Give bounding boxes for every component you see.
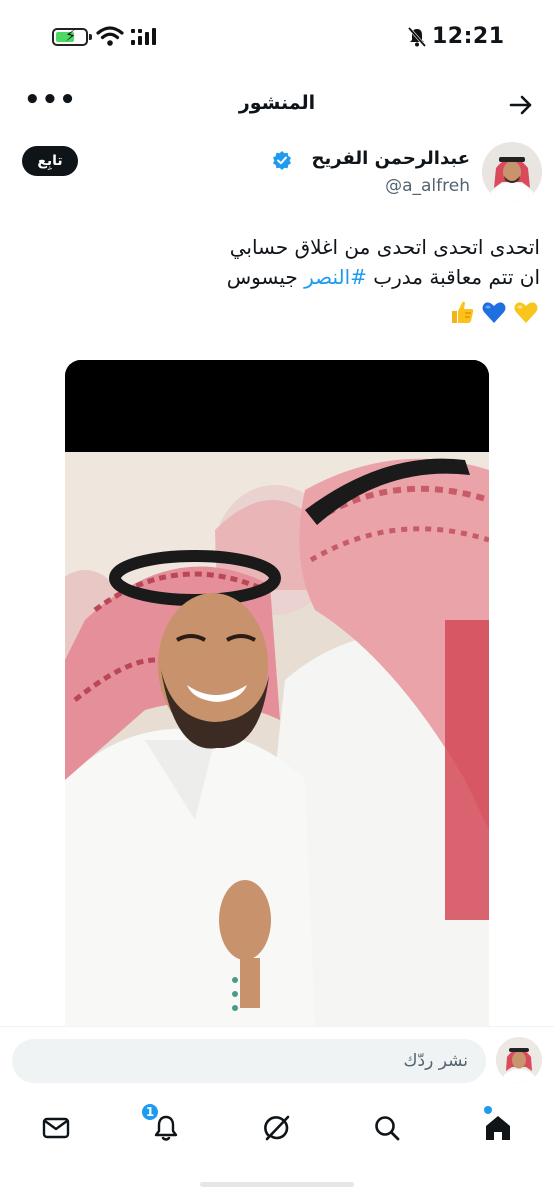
search-icon[interactable]: [367, 1108, 407, 1148]
reply-bar: نشر ردّك: [0, 1026, 554, 1096]
post-header: ••• المنشور: [0, 80, 554, 130]
status-time: 12:21: [432, 24, 505, 49]
wifi-icon: [96, 26, 124, 46]
notification-badge: 1: [140, 1102, 160, 1122]
grok-icon[interactable]: [257, 1108, 297, 1148]
tweet-line-1: اتحدى اتحدى اتحدى من اغلاق حسابي: [229, 235, 540, 259]
tweet-emojis: [448, 298, 540, 326]
battery-charging-icon: ⚡: [52, 27, 92, 46]
blue-heart-emoji: [482, 302, 506, 323]
home-unread-dot: [484, 1106, 492, 1114]
reply-input[interactable]: نشر ردّك: [12, 1039, 486, 1083]
author-row: عبدالرحمن الفريح @a_alfreh تابِع: [0, 140, 554, 210]
follow-button[interactable]: تابِع: [22, 146, 78, 176]
tweet-line-2: ان تتم معاقبة مدرب #النصر جيسوس: [20, 262, 540, 292]
author-name[interactable]: عبدالرحمن الفريح: [312, 148, 470, 169]
home-icon[interactable]: [478, 1108, 518, 1148]
home-indicator: [200, 1182, 354, 1187]
user-avatar[interactable]: [496, 1037, 542, 1083]
verified-badge-icon: [273, 151, 291, 170]
signal-icon: [131, 28, 156, 45]
hashtag-link[interactable]: #النصر: [304, 265, 367, 289]
author-avatar[interactable]: [482, 142, 542, 202]
tweet-text: اتحدى اتحدى اتحدى من اغلاق حسابي ان تتم …: [20, 232, 540, 292]
tweet-text-part: ان تتم معاقبة مدرب: [366, 265, 540, 289]
page-title: المنشور: [238, 92, 316, 114]
tweet-photo[interactable]: [65, 360, 489, 1028]
mail-icon[interactable]: [36, 1108, 76, 1148]
yellow-heart-emoji: [514, 302, 538, 323]
mute-icon: [407, 27, 427, 47]
thumbs-up-emoji: [452, 301, 474, 323]
bottom-nav: 1: [0, 1096, 554, 1166]
tweet-text-part: جيسوس: [226, 265, 305, 289]
arrow-right-icon[interactable]: [508, 92, 534, 118]
author-handle[interactable]: @a_alfreh: [385, 176, 470, 196]
status-bar: ⚡ 12:21: [0, 0, 554, 72]
